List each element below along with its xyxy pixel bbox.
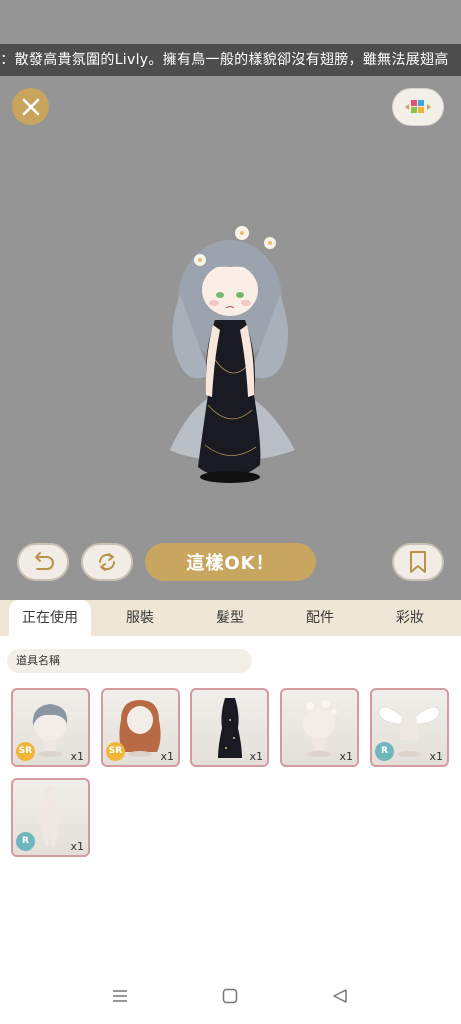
- tab-hairstyle[interactable]: 髮型: [190, 600, 270, 636]
- rarity-badge: SR: [106, 742, 125, 761]
- item-quantity: x1: [429, 750, 443, 763]
- undo-icon: [35, 552, 54, 570]
- redo-icon: [98, 553, 116, 571]
- item-quantity: x1: [70, 750, 84, 763]
- tab-accessories[interactable]: 配件: [280, 600, 360, 636]
- confirm-ok-button[interactable]: 這樣OK！: [145, 543, 316, 581]
- bookmark-icon: [410, 551, 426, 573]
- item-quantity: x1: [70, 840, 84, 853]
- rarity-badge: SR: [16, 742, 35, 761]
- tab-makeup[interactable]: 彩妝: [370, 600, 450, 636]
- item-slot-flower-crown[interactable]: x1: [280, 688, 359, 767]
- tab-clothing[interactable]: 服裝: [100, 600, 180, 636]
- system-navigation-bar: [0, 970, 461, 1024]
- bookmark-button[interactable]: [392, 543, 444, 581]
- preview-stage: 八：散發高貴氛圍的Livly。擁有鳥一般的樣貌卻沒有翅膀，雖無法展翅高 這樣OK…: [0, 0, 461, 600]
- undo-button[interactable]: [17, 543, 69, 581]
- close-icon: [22, 98, 39, 115]
- nav-home-button[interactable]: [215, 984, 245, 1008]
- item-quantity: x1: [339, 750, 353, 763]
- item-quantity: x1: [160, 750, 174, 763]
- rarity-badge: R: [16, 832, 35, 851]
- close-button[interactable]: [12, 88, 49, 125]
- marquee-text: 八：散發高貴氛圍的Livly。擁有鳥一般的樣貌卻沒有翅膀，雖無法展翅高: [0, 52, 449, 68]
- back-triangle-icon: [333, 989, 347, 1003]
- menu-icon: [113, 990, 127, 1002]
- item-slot-black-dress[interactable]: x1: [190, 688, 269, 767]
- home-square-icon: [222, 988, 238, 1004]
- item-quantity: x1: [249, 750, 263, 763]
- avatar-preview: [170, 226, 295, 483]
- item-name-field: 道具名稱: [7, 649, 252, 673]
- nav-back-button[interactable]: [325, 984, 355, 1008]
- palette-button[interactable]: [392, 88, 444, 126]
- item-slot-gray-hair[interactable]: SR x1: [11, 688, 90, 767]
- item-slot-auburn-hair[interactable]: SR x1: [101, 688, 180, 767]
- rarity-badge: R: [375, 742, 394, 761]
- tab-in-use[interactable]: 正在使用: [9, 600, 91, 636]
- item-slot-angel-wings[interactable]: R x1: [370, 688, 449, 767]
- color-palette-icon: [405, 100, 431, 113]
- nav-menu-button[interactable]: [105, 984, 135, 1008]
- description-marquee: 八：散發高貴氛圍的Livly。擁有鳥一般的樣貌卻沒有翅膀，雖無法展翅高: [0, 44, 461, 76]
- category-tab-bar: 正在使用 服裝 髮型 配件 彩妝: [0, 600, 461, 636]
- item-slot-body-base[interactable]: R x1: [11, 778, 90, 857]
- redo-button[interactable]: [81, 543, 133, 581]
